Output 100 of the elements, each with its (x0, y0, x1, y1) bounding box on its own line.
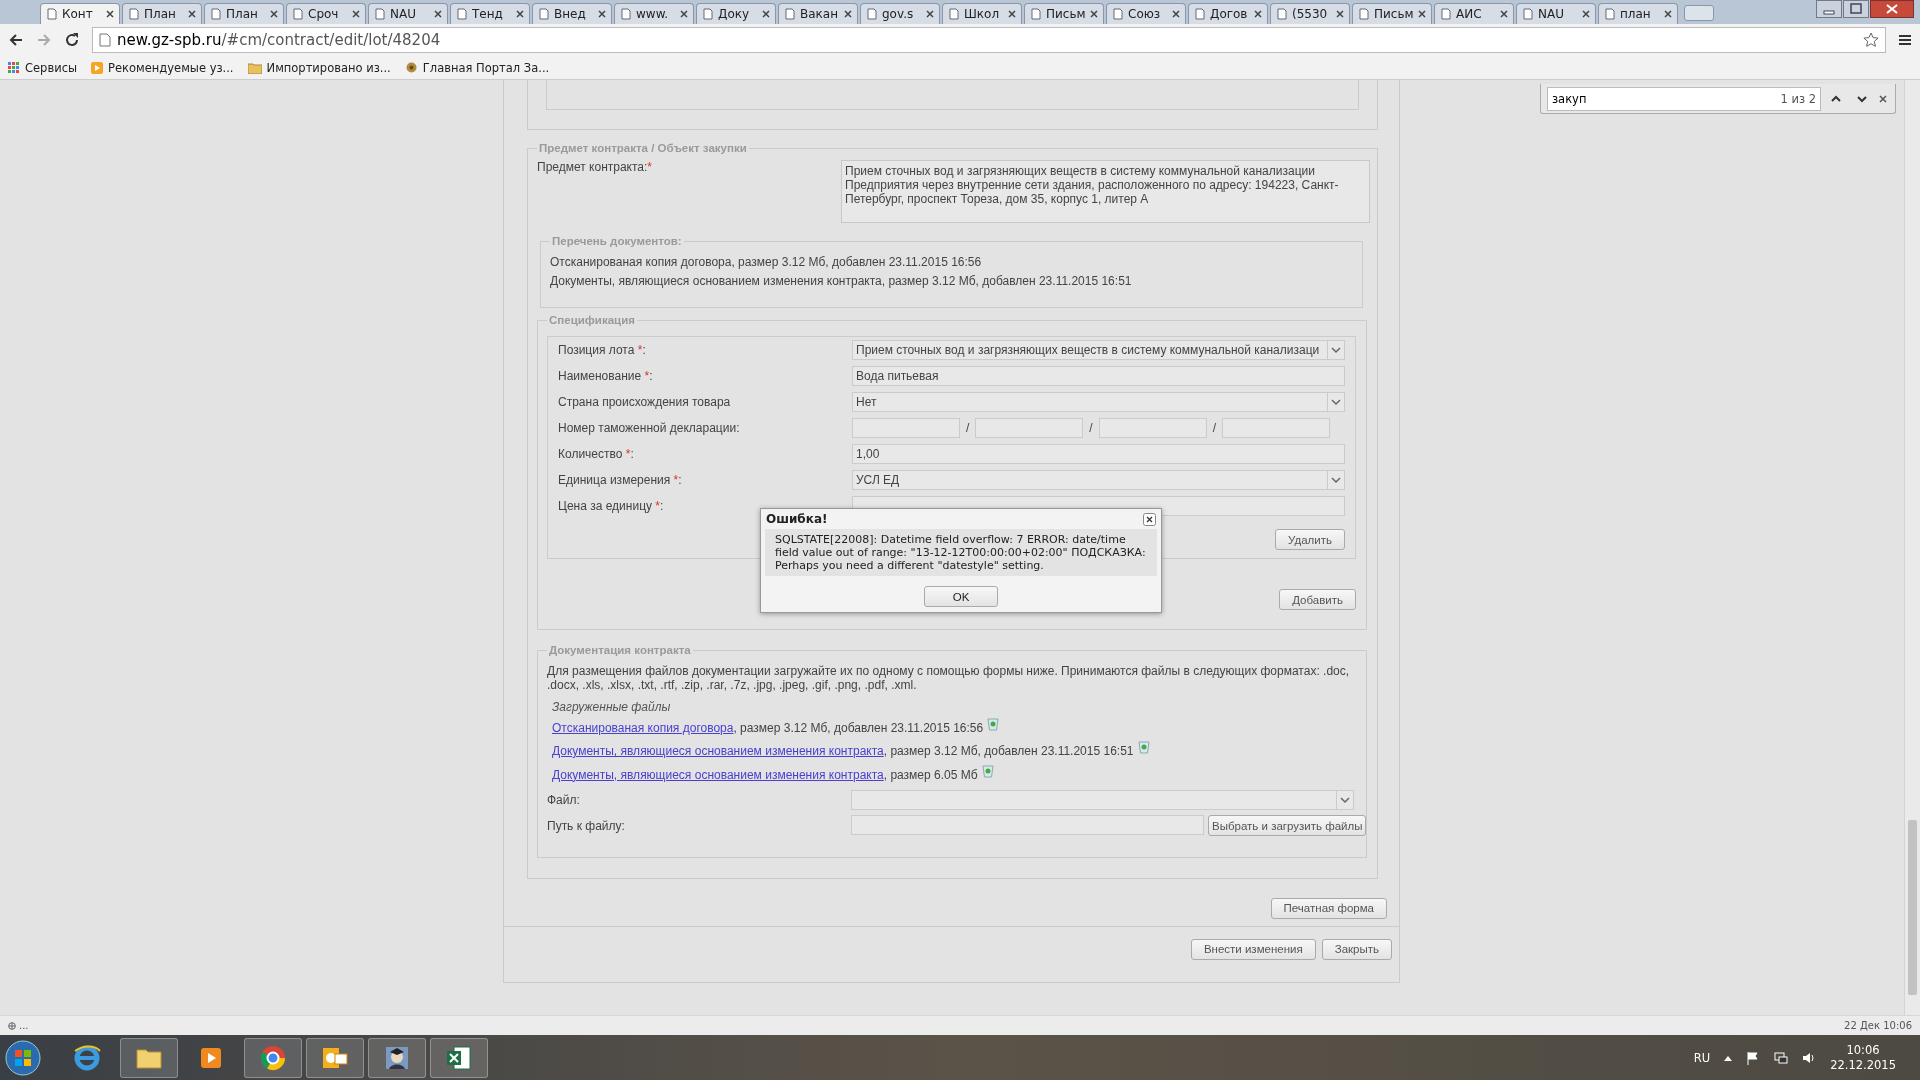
reload-icon[interactable] (64, 32, 80, 48)
address-bar[interactable]: new.gz-spb.ru/#cm/contract/edit/lot/48204 (92, 27, 1886, 53)
browser-tab[interactable]: Сроч (286, 3, 366, 24)
browser-tab[interactable]: План (204, 3, 284, 24)
browser-tab[interactable]: gov.s (860, 3, 940, 24)
browser-tab[interactable]: Догов (1188, 3, 1268, 24)
browser-tab[interactable]: АИС (1434, 3, 1514, 24)
browser-tab[interactable]: план (1598, 3, 1678, 24)
browser-tab[interactable]: NAU (368, 3, 448, 24)
close-icon[interactable] (188, 10, 196, 18)
browser-tab[interactable]: Тенд (450, 3, 530, 24)
browser-tab[interactable]: Союз (1106, 3, 1186, 24)
text-area[interactable]: Прием сточных вод и загрязняющих веществ в систему коммунальной канализации Предприятия через внутренние сети здания, расположенного по адресу: 194223, Санкт-Петербург, проспект Тореза, дом 35, корпус 1, литер А (841, 160, 1370, 223)
action-button[interactable]: Внести изменения (1190, 938, 1316, 960)
menu-icon[interactable] (1898, 33, 1912, 47)
page-icon (374, 8, 386, 20)
close-icon[interactable] (926, 10, 934, 18)
caret-icon (1327, 341, 1344, 359)
action-button[interactable]: Закрыть (1321, 938, 1392, 960)
browser-tab[interactable]: Конт (40, 3, 120, 24)
bookmark[interactable]: Рекомендуемые уз... (91, 60, 234, 75)
input-field[interactable]: 1,00 (852, 444, 1345, 464)
input-field[interactable] (851, 815, 1204, 835)
scrollbar[interactable] (1904, 80, 1920, 1015)
input-field[interactable] (975, 418, 1084, 438)
close-icon[interactable] (598, 10, 606, 18)
volume-icon[interactable] (1802, 1050, 1817, 1065)
taskbar-icon[interactable] (120, 1037, 178, 1078)
bookmark[interactable]: Импортировано из... (247, 60, 391, 75)
network-icon[interactable] (1774, 1050, 1789, 1065)
taskbar-icon[interactable] (306, 1037, 364, 1078)
close-icon[interactable] (762, 10, 770, 18)
close-icon[interactable] (1582, 10, 1590, 18)
required-mark: * (647, 160, 653, 174)
star-icon[interactable] (1863, 32, 1879, 48)
dropdown[interactable]: Нет (852, 392, 1345, 412)
close-icon[interactable] (1877, 92, 1889, 105)
browser-tab[interactable]: Письм (1352, 3, 1432, 24)
close-icon[interactable] (106, 10, 114, 18)
label-colon: : (678, 473, 682, 487)
browser-tab[interactable]: Вакан (778, 3, 858, 24)
add-button[interactable]: Добавить (1279, 589, 1356, 610)
input-field[interactable] (852, 418, 960, 438)
close-icon[interactable] (1336, 10, 1344, 18)
minimize-icon[interactable] (1816, 0, 1842, 18)
close-icon[interactable] (1418, 10, 1426, 18)
instructions-text: Для размещения файлов документации загружайте их по одному с помощью формы ниже. Принимаются файлы в следующих форматах: .doc, .docx, .xls, .xlsx, .txt, .rtf, .zip, .rar, .7z, .jpg, .jpeg, .gif, .png, .pdf, .xml. (547, 664, 1351, 692)
close-icon[interactable] (1664, 10, 1672, 18)
upload-button[interactable]: Выбрать и загрузить файлы (1208, 815, 1367, 836)
page-icon (620, 8, 632, 20)
taskbar-icon[interactable] (430, 1037, 488, 1078)
browser-tab[interactable]: Письм (1024, 3, 1104, 24)
close-icon[interactable] (516, 10, 524, 18)
close-icon[interactable] (1172, 10, 1180, 18)
close-icon[interactable] (1143, 512, 1156, 526)
scroll-thumb[interactable] (1908, 820, 1917, 995)
find-field[interactable]: закуп 1 из 2 (1547, 86, 1821, 111)
dropdown[interactable]: Прием сточных вод и загрязняющих веществ в систему коммунальной канализаци (852, 340, 1345, 360)
close-icon[interactable] (270, 10, 278, 18)
close-icon[interactable] (680, 10, 688, 18)
start-button[interactable] (4, 1038, 42, 1077)
print-form-button[interactable]: Печатная форма (1270, 897, 1387, 919)
browser-tab[interactable]: Школ (942, 3, 1022, 24)
ok-button[interactable]: OK (924, 586, 998, 607)
close-icon[interactable] (434, 10, 442, 18)
browser-tab[interactable]: www. (614, 3, 694, 24)
section-legend: Документация контракта (547, 644, 693, 656)
close-icon[interactable] (352, 10, 360, 18)
bookmark[interactable]: Сервисы (8, 60, 78, 75)
play-icon (91, 61, 104, 74)
bookmark[interactable]: Главная Портал За... (404, 60, 550, 75)
browser-tab[interactable]: Внед (532, 3, 612, 24)
caret-icon[interactable] (1724, 1054, 1733, 1061)
back-icon[interactable] (8, 32, 24, 48)
close-icon[interactable] (1254, 10, 1262, 18)
clock[interactable]: 10:06 22.12.2015 (1830, 1042, 1896, 1073)
close-icon[interactable] (1090, 10, 1098, 18)
separator-slash: / (966, 421, 970, 435)
language-indicator[interactable]: RU (1693, 1050, 1711, 1065)
maximize-icon[interactable] (1843, 0, 1869, 18)
browser-tab[interactable]: План (122, 3, 202, 24)
browser-tab[interactable]: (5530 (1270, 3, 1350, 24)
close-icon[interactable] (1870, 0, 1914, 18)
input-field[interactable] (1098, 418, 1207, 438)
input-field[interactable] (1222, 418, 1331, 438)
input-field[interactable]: Вода питьевая (852, 366, 1345, 386)
close-icon[interactable] (1008, 10, 1016, 18)
dropdown[interactable]: УСЛ ЕД (852, 470, 1345, 490)
delete-button[interactable]: Удалить (1275, 529, 1345, 550)
taskbar-icon[interactable] (368, 1037, 426, 1078)
close-icon[interactable] (1500, 10, 1508, 18)
browser-tab[interactable]: Доку (696, 3, 776, 24)
file-link[interactable]: Документы, являющиеся основанием изменения контракта (552, 744, 884, 759)
file-link[interactable]: Документы, являющиеся основанием изменения контракта (552, 767, 884, 782)
page-icon (1358, 8, 1370, 20)
close-icon[interactable] (844, 10, 852, 18)
taskbar-icon[interactable] (244, 1037, 302, 1078)
flag-icon[interactable] (1746, 1050, 1761, 1065)
browser-tab[interactable]: NAU (1516, 3, 1596, 24)
label-colon: : (630, 447, 634, 461)
